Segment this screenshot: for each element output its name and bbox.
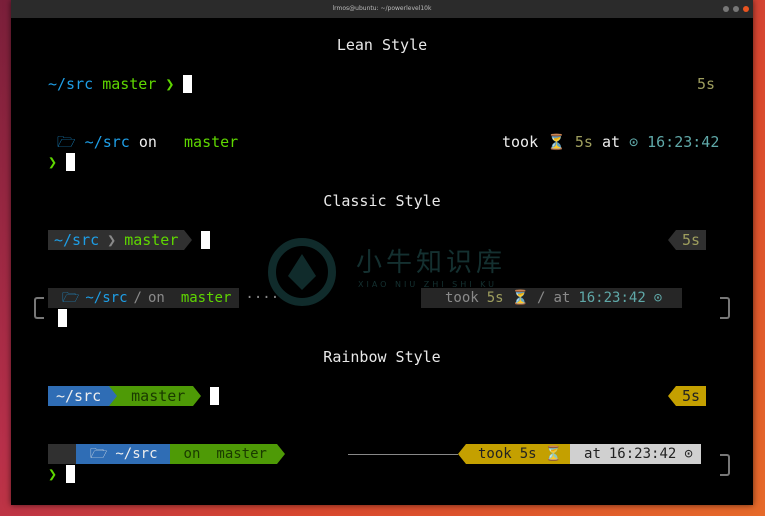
branch-segment: master bbox=[102, 75, 157, 93]
frame-right bbox=[720, 454, 730, 476]
filler-line bbox=[348, 454, 458, 455]
duration-value: 5s bbox=[574, 133, 593, 151]
folder-icon: 🗁 bbox=[57, 133, 76, 151]
cursor bbox=[66, 465, 76, 483]
on-label: on bbox=[169, 444, 205, 464]
rainbow-heading: Rainbow Style bbox=[323, 348, 441, 366]
lean-right-status: took ⏳ 5s at ⊙ 16:23:42 bbox=[502, 132, 719, 152]
on-label: on bbox=[138, 133, 157, 151]
clock-icon: ⊙ bbox=[629, 133, 639, 151]
maximize-button[interactable] bbox=[733, 6, 739, 12]
branch-segment: master bbox=[117, 386, 194, 406]
branch-segment: master bbox=[176, 288, 240, 308]
prompt-char: ❯ bbox=[165, 75, 175, 93]
branch-segment: master bbox=[212, 444, 277, 464]
lean-heading: Lean Style bbox=[336, 36, 428, 54]
dir-segment: ~/src bbox=[48, 386, 110, 406]
time-value: 16:23:42 bbox=[647, 133, 720, 151]
linux-icon bbox=[48, 444, 76, 464]
terminal-content[interactable]: 小牛知识库 XIAO NIU ZHI SHI KU Lean Style ~/s… bbox=[11, 18, 753, 505]
separator: / bbox=[131, 288, 144, 308]
hourglass-icon: ⏳ bbox=[507, 288, 534, 308]
dir-segment: ~/src bbox=[81, 288, 132, 308]
minimize-button[interactable] bbox=[723, 6, 729, 12]
title-bar: lrmos@ubuntu: ~/powerlevel10k bbox=[11, 0, 753, 18]
classic-prompt-line3 bbox=[58, 308, 67, 328]
clock-icon: ⊙ bbox=[680, 444, 701, 464]
on-label: on bbox=[143, 288, 169, 308]
dir-segment: ~/src bbox=[48, 75, 94, 93]
clock-icon: ⊙ bbox=[649, 288, 683, 308]
linux-icon bbox=[48, 288, 60, 308]
frame-left bbox=[34, 297, 44, 319]
prompt-char: ❯ bbox=[48, 153, 58, 171]
lean-prompt-line3: ❯ bbox=[48, 152, 76, 172]
lean-duration-right: 5s bbox=[697, 75, 716, 93]
watermark-title: 小牛知识库 bbox=[356, 248, 507, 278]
rainbow-prompt-line1: ~/src master bbox=[48, 386, 220, 406]
folder-icon: 🗁 bbox=[60, 288, 82, 308]
cursor bbox=[66, 153, 76, 171]
cursor bbox=[210, 387, 220, 405]
hourglass-icon: ⏳ bbox=[547, 133, 566, 151]
filler-dots: ···· bbox=[245, 290, 280, 306]
took-label: took bbox=[421, 288, 483, 308]
duration-value: 5s bbox=[515, 444, 541, 464]
close-button[interactable] bbox=[743, 6, 749, 12]
time-value: 16:23:42 bbox=[604, 444, 681, 464]
duration-value: 5s bbox=[482, 288, 508, 308]
branch-segment: master bbox=[184, 133, 239, 151]
window-title: lrmos@ubuntu: ~/powerlevel10k bbox=[332, 5, 432, 12]
terminal-window: lrmos@ubuntu: ~/powerlevel10k 小牛知识库 XIAO… bbox=[11, 0, 753, 505]
took-label: took bbox=[466, 444, 516, 464]
time-value: 16:23:42 bbox=[574, 288, 650, 308]
classic-prompt-line2: 🗁 ~/src / on master ···· bbox=[48, 288, 285, 308]
took-label: took bbox=[502, 133, 539, 151]
cursor bbox=[201, 231, 211, 249]
classic-prompt-line1: ~/src ❯ master bbox=[48, 230, 211, 250]
cursor bbox=[183, 75, 193, 93]
hourglass-icon: ⏳ bbox=[540, 444, 571, 464]
rainbow-prompt-line3: ❯ bbox=[48, 464, 76, 484]
rainbow-prompt-line2: 🗁 ~/src on master bbox=[48, 444, 285, 464]
at-label: at bbox=[570, 444, 605, 464]
classic-right-status: took 5s ⏳ / at 16:23:42 ⊙ bbox=[421, 288, 683, 308]
frame-right bbox=[720, 297, 730, 319]
at-label: at bbox=[601, 133, 621, 151]
dir-segment: ~/src bbox=[84, 133, 130, 151]
separator-icon: ❯ bbox=[105, 230, 119, 250]
prompt-char: ❯ bbox=[48, 465, 58, 483]
rainbow-duration-right: 5s bbox=[668, 386, 707, 406]
dir-segment: ~/src bbox=[48, 230, 106, 250]
at-label: at bbox=[549, 288, 575, 308]
classic-heading: Classic Style bbox=[323, 192, 441, 210]
folder-icon: 🗁 bbox=[76, 444, 112, 464]
rainbow-right-status: took 5s ⏳ at 16:23:42 ⊙ bbox=[458, 444, 701, 464]
lean-prompt-line2: 🗁 ~/src on master bbox=[48, 132, 238, 152]
classic-duration-right: 5s bbox=[668, 230, 707, 250]
dir-segment: ~/src bbox=[111, 444, 170, 464]
separator: / bbox=[533, 288, 550, 308]
lean-prompt-line1: ~/src master ❯ bbox=[48, 74, 193, 94]
cursor bbox=[58, 309, 67, 327]
branch-segment: master bbox=[118, 230, 185, 250]
